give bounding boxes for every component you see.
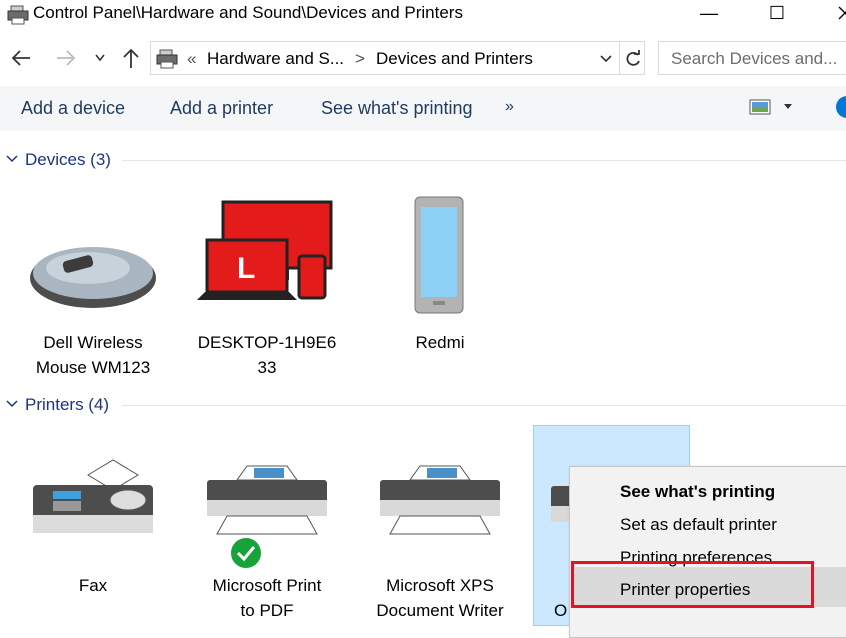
- breadcrumb-separator[interactable]: >: [355, 49, 365, 69]
- minimize-button[interactable]: —: [686, 0, 732, 26]
- device-item-desktop[interactable]: L DESKTOP-1H9E6 33: [192, 190, 342, 380]
- device-label-line1: Redmi: [415, 333, 465, 352]
- svg-text:L: L: [237, 252, 255, 285]
- devices-group-header[interactable]: Devices (3): [25, 150, 111, 170]
- printer-item-fax[interactable]: Fax: [18, 430, 168, 626]
- default-printer-check-icon: [229, 536, 263, 570]
- title-bar: Control Panel\Hardware and Sound\Devices…: [0, 0, 846, 30]
- see-whats-printing-button[interactable]: See what's printing: [321, 98, 473, 119]
- address-divider: [619, 42, 620, 74]
- devices-group-chevron-icon[interactable]: [5, 153, 19, 165]
- printer-location-icon: [156, 49, 178, 69]
- fax-icon: [33, 459, 153, 533]
- device-label-line1: DESKTOP-1H9E6: [197, 333, 337, 352]
- device-label-line2: Mouse WM123: [35, 358, 151, 377]
- printer-item-microsoft-print-to-pdf[interactable]: Microsoft Print to PDF: [192, 430, 342, 626]
- smartphone-icon: [414, 196, 464, 314]
- search-input[interactable]: [669, 48, 843, 70]
- printer-app-icon: [7, 5, 29, 25]
- recent-locations-chevron-icon[interactable]: [94, 53, 106, 63]
- device-item-phone[interactable]: Redmi: [365, 190, 515, 380]
- printer-icon: [207, 465, 327, 535]
- menu-item-see-whats-printing[interactable]: See what's printing: [620, 482, 775, 502]
- printer-label-line1: Microsoft Print: [212, 576, 322, 595]
- close-icon: [838, 6, 846, 20]
- printers-group-chevron-icon[interactable]: [5, 398, 19, 410]
- forward-arrow-icon[interactable]: [55, 48, 77, 68]
- close-button[interactable]: [822, 0, 846, 26]
- add-printer-button[interactable]: Add a printer: [170, 98, 273, 119]
- back-arrow-icon[interactable]: [10, 48, 32, 68]
- printer-label-line1: Fax: [78, 576, 108, 595]
- maximize-button[interactable]: ☐: [754, 0, 800, 26]
- printer-label-line1: Microsoft XPS: [386, 576, 494, 595]
- mouse-icon: [30, 247, 156, 308]
- up-arrow-icon[interactable]: [121, 47, 141, 69]
- breadcrumb-devices-and-printers[interactable]: Devices and Printers: [376, 49, 533, 69]
- computer-devices-icon: L: [197, 200, 333, 300]
- address-bar[interactable]: « Hardware and S... > Devices and Printe…: [150, 41, 645, 75]
- printer-label-line2: Document Writer: [376, 601, 504, 620]
- refresh-icon[interactable]: [623, 49, 643, 69]
- breadcrumb-hardware-and-sound[interactable]: Hardware and S...: [207, 49, 344, 69]
- breadcrumb-overflow[interactable]: «: [187, 49, 196, 69]
- printer-icon: [380, 465, 500, 535]
- printers-group-header[interactable]: Printers (4): [25, 395, 109, 415]
- device-label-line2: 33: [257, 358, 277, 377]
- search-box[interactable]: [658, 41, 846, 75]
- device-item-mouse[interactable]: Dell Wireless Mouse WM123: [18, 190, 168, 380]
- change-view-icon[interactable]: [749, 99, 771, 117]
- printers-group-divider: [122, 405, 846, 406]
- devices-group-divider: [122, 160, 846, 161]
- context-menu: See what's printing Set as default print…: [569, 466, 846, 638]
- address-dropdown-chevron-icon[interactable]: [599, 54, 613, 64]
- device-label-line1: Dell Wireless: [43, 333, 143, 352]
- window-title: Control Panel\Hardware and Sound\Devices…: [33, 3, 463, 22]
- view-dropdown-icon[interactable]: [783, 103, 793, 111]
- add-device-button[interactable]: Add a device: [21, 98, 125, 119]
- printer-label-line2: to PDF: [240, 601, 294, 620]
- printer-item-microsoft-xps[interactable]: Microsoft XPS Document Writer: [365, 430, 515, 626]
- menu-item-set-default-printer[interactable]: Set as default printer: [620, 515, 777, 535]
- highlight-box: [571, 561, 814, 608]
- more-commands-button[interactable]: »: [505, 98, 514, 116]
